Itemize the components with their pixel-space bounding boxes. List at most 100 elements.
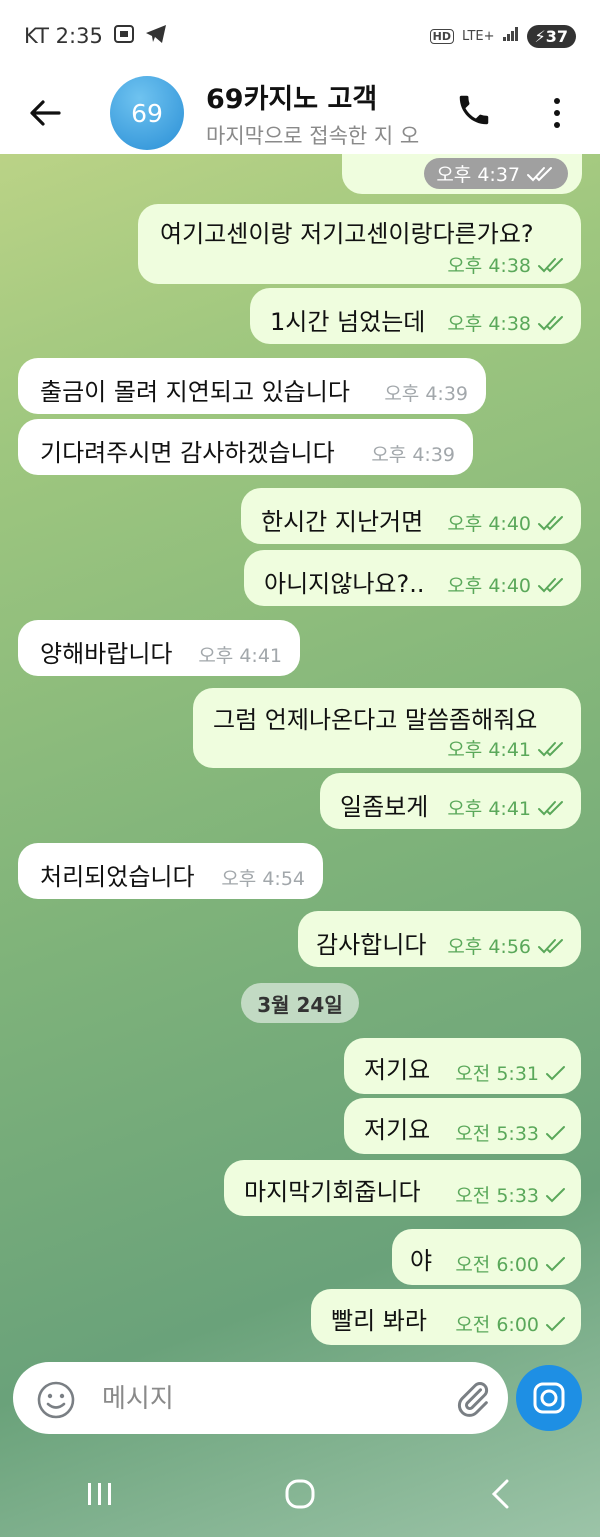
message-meta: 오후 4:40	[447, 509, 567, 536]
message-time: 오후 4:54	[221, 868, 305, 890]
home-icon	[285, 1479, 315, 1508]
message-text: 양해바랍니다	[40, 640, 173, 668]
message-meta: 오후 4:41	[198, 641, 282, 668]
message-text: 출금이 몰려 지연되고 있습니다	[40, 378, 350, 406]
double-check-icon	[538, 938, 563, 953]
partial-message-bubble[interactable]: 오후 4:37	[342, 154, 582, 194]
check-icon	[546, 1256, 565, 1271]
emoji-button[interactable]	[36, 1380, 76, 1424]
message-bubble-outgoing[interactable]: 마지막기회줍니다 오전 5:33	[224, 1160, 581, 1216]
recent-apps-icon	[88, 1482, 111, 1505]
message-bubble-incoming[interactable]: 출금이 몰려 지연되고 있습니다 오후 4:39	[18, 358, 486, 414]
double-check-icon	[538, 800, 563, 815]
dot	[554, 98, 560, 104]
status-bar: KT 2:35 HD LTE+ ⚡37	[0, 0, 600, 72]
message-time: 오후 4:39	[371, 444, 455, 466]
network-type: LTE+	[462, 28, 495, 44]
dot	[554, 110, 560, 116]
message-text: 저기요	[364, 1056, 431, 1084]
attach-button[interactable]	[453, 1378, 493, 1424]
message-bubble-outgoing[interactable]: 여기고센이랑 저기고센이랑다른가요? 오후 4:38	[138, 204, 581, 284]
date-separator: 3월 24일	[241, 983, 359, 1023]
back-button[interactable]	[0, 72, 90, 154]
message-bubble-outgoing[interactable]: 그럼 언제나온다고 말씀좀해줘요 오후 4:41	[193, 688, 581, 768]
message-bubble-outgoing[interactable]: 1시간 넘었는데 오후 4:38	[250, 288, 581, 344]
double-check-icon	[538, 577, 563, 592]
message-text: 기다려주시면 감사하겠습니다	[40, 439, 335, 467]
message-text: 여기고센이랑 저기고센이랑다른가요?	[160, 220, 534, 248]
message-meta: 오후 4:39	[384, 379, 468, 406]
message-text: 그럼 언제나온다고 말씀좀해줘요	[213, 706, 538, 734]
status-time: KT 2:35	[24, 24, 103, 48]
chat-area[interactable]: 오후 4:37 여기고센이랑 저기고센이랑다른가요? 오후 4:38 1시간 넘…	[0, 154, 600, 1360]
message-text: 한시간 지난거면	[261, 508, 424, 536]
double-check-icon	[538, 741, 563, 756]
camera-button[interactable]	[516, 1365, 582, 1431]
message-meta: 오후 4:38	[447, 309, 567, 336]
message-time: 오후 4:56	[447, 936, 531, 958]
more-menu-button[interactable]	[545, 88, 569, 138]
call-button[interactable]	[455, 90, 493, 134]
message-text: 빨리 봐라	[331, 1307, 427, 1335]
message-time: 오후 4:38	[447, 255, 531, 277]
back-nav-button[interactable]	[440, 1478, 560, 1510]
message-time: 오후 4:39	[384, 383, 468, 405]
message-time: 오후 4:41	[447, 798, 531, 820]
home-button[interactable]	[240, 1478, 360, 1510]
phone-icon	[459, 95, 489, 125]
camera-icon	[533, 1382, 565, 1414]
chat-title-block[interactable]: 69카지노 고객 마지막으로 접속한 지 오	[206, 77, 436, 150]
signal-icon	[502, 27, 519, 45]
message-bubble-incoming[interactable]: 양해바랍니다 오후 4:41	[18, 620, 300, 676]
message-meta: 오후 4:54	[221, 864, 305, 891]
chat-header: 69 69카지노 고객 마지막으로 접속한 지 오	[0, 72, 600, 154]
recent-apps-button[interactable]	[40, 1480, 160, 1508]
message-meta: 오후 4:41	[447, 735, 567, 762]
message-text: 처리되었습니다	[40, 863, 195, 891]
double-check-icon	[538, 515, 563, 530]
chat-title: 69카지노 고객	[206, 83, 378, 115]
message-bubble-outgoing[interactable]: 한시간 지난거면 오후 4:40	[241, 488, 581, 544]
message-bubble-outgoing[interactable]: 야 오전 6:00	[392, 1229, 581, 1285]
message-time: 오후 4:40	[447, 575, 531, 597]
check-icon	[546, 1125, 565, 1140]
chat-subtitle: 마지막으로 접속한 지 오	[206, 123, 420, 148]
message-bubble-incoming[interactable]: 처리되었습니다 오후 4:54	[18, 843, 323, 899]
message-text: 1시간 넘었는데	[270, 308, 426, 336]
message-meta: 오전 5:33	[455, 1119, 567, 1146]
battery-indicator: ⚡37	[526, 24, 576, 48]
hd-icon: HD	[429, 28, 454, 44]
back-arrow-icon	[30, 100, 61, 126]
double-check-icon	[527, 166, 552, 181]
message-text: 저기요	[364, 1116, 431, 1144]
message-time: 오전 5:33	[455, 1123, 539, 1145]
message-bubble-outgoing[interactable]: 아니지않나요?.. 오후 4:40	[244, 550, 581, 606]
message-text: 아니지않나요?..	[264, 570, 425, 598]
message-meta: 오전 5:31	[455, 1059, 567, 1086]
message-input[interactable]	[100, 1376, 444, 1422]
message-time: 오전 5:31	[455, 1063, 539, 1085]
message-bubble-incoming[interactable]: 기다려주시면 감사하겠습니다 오후 4:39	[18, 419, 473, 475]
message-time: 오후 4:41	[447, 739, 531, 761]
media-time-pill: 오후 4:37	[424, 158, 568, 189]
paperclip-icon	[457, 1382, 489, 1417]
smiley-icon	[37, 1381, 75, 1419]
message-time: 오후 4:37	[436, 164, 520, 186]
message-bubble-outgoing[interactable]: 저기요 오전 5:31	[344, 1038, 581, 1094]
system-nav-bar	[0, 1450, 600, 1537]
message-bubble-outgoing[interactable]: 감사합니다 오후 4:56	[298, 911, 581, 967]
message-text: 마지막기회줍니다	[244, 1178, 421, 1206]
check-icon	[546, 1187, 565, 1202]
message-bubble-outgoing[interactable]: 일좀보게 오후 4:41	[320, 773, 581, 829]
check-icon	[546, 1316, 565, 1331]
message-bubble-outgoing[interactable]: 저기요 오전 5:33	[344, 1098, 581, 1154]
message-meta: 오후 4:56	[447, 932, 567, 959]
message-meta: 오후 4:39	[371, 440, 455, 467]
avatar[interactable]: 69	[110, 76, 184, 150]
message-text: 감사합니다	[316, 931, 427, 959]
screenshot-icon	[113, 24, 135, 49]
message-text: 야	[410, 1247, 433, 1275]
message-bubble-outgoing[interactable]: 빨리 봐라 오전 6:00	[311, 1289, 581, 1345]
message-time: 오전 5:33	[455, 1185, 539, 1207]
back-chevron-icon	[491, 1479, 509, 1508]
